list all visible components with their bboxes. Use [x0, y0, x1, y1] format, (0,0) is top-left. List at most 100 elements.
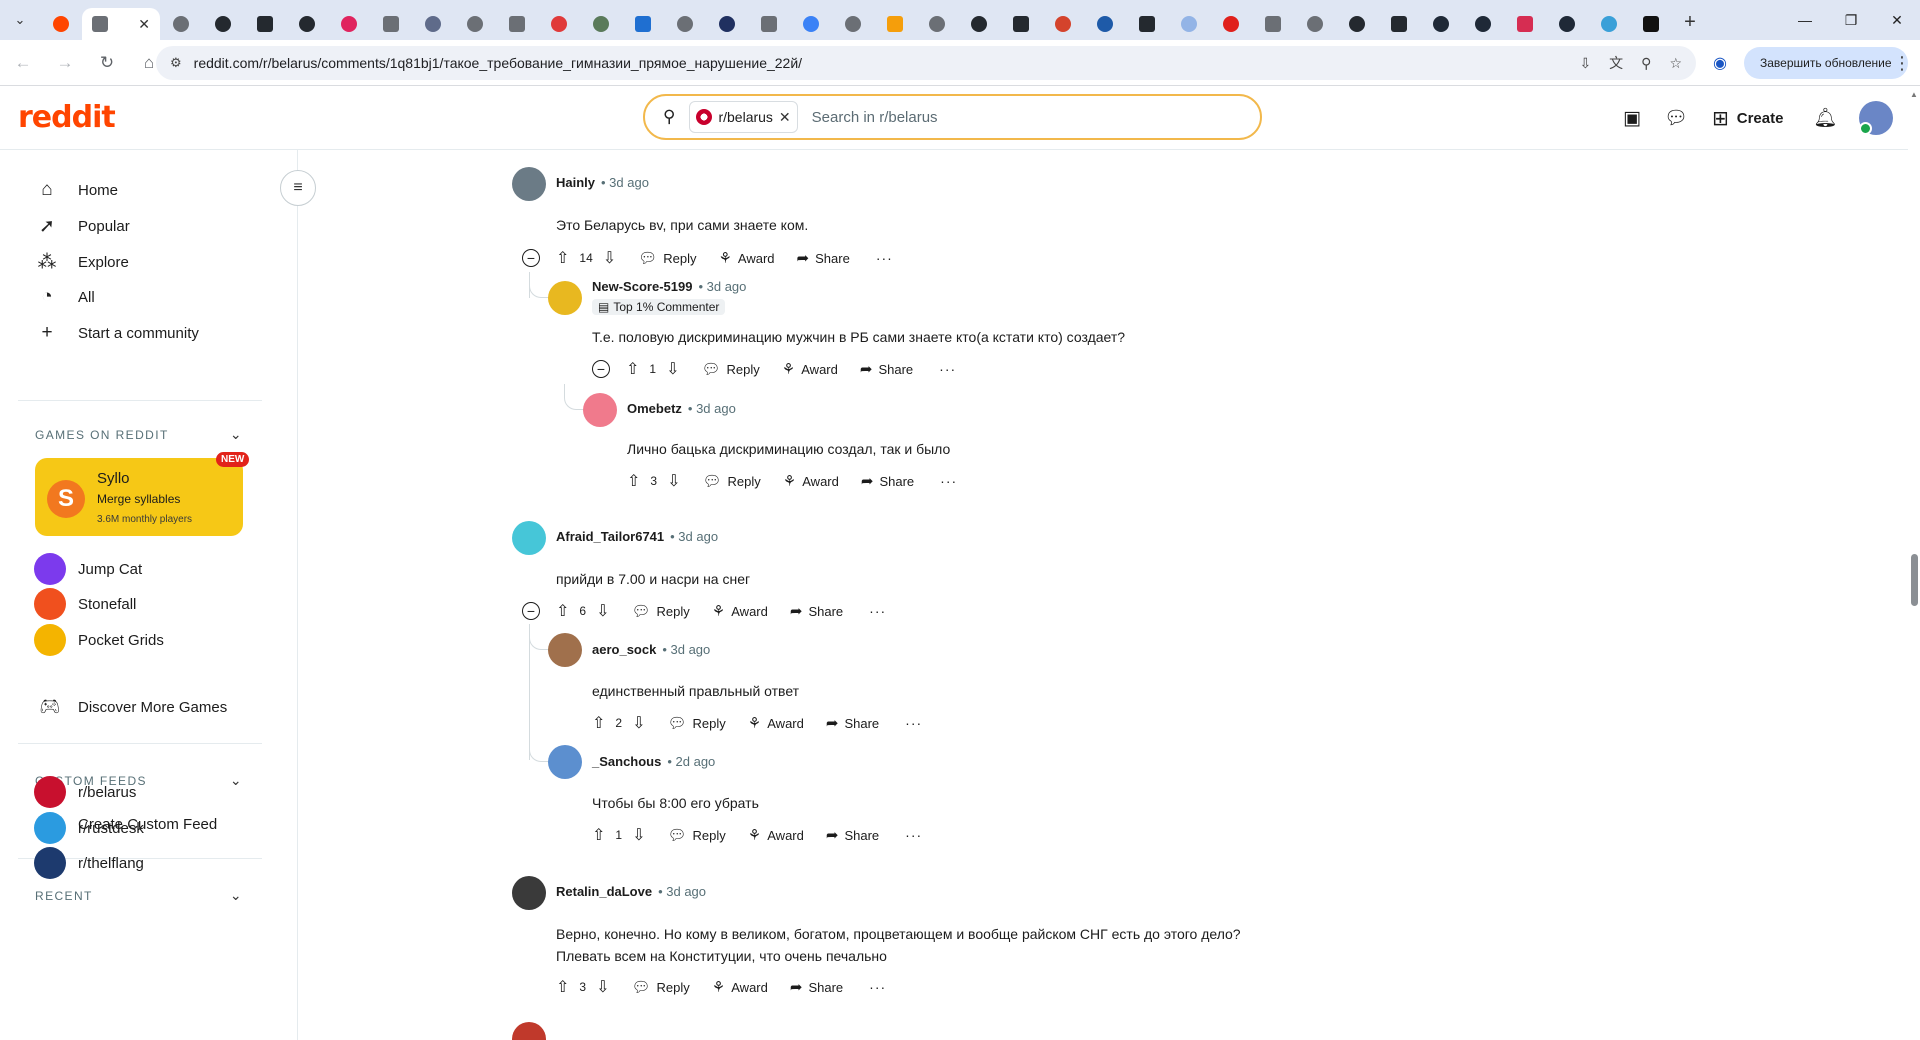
reply-button[interactable]: 💬︎ Reply — [702, 360, 760, 378]
search-bar[interactable]: ⚲ r/belarus ✕ Search in r/belarus — [643, 94, 1262, 140]
downvote-icon[interactable]: ⇩ — [632, 825, 645, 845]
comment-author[interactable]: aero_sock — [592, 642, 656, 657]
downvote-icon[interactable]: ⇩ — [596, 601, 609, 621]
close-window-button[interactable]: ✕ — [1874, 0, 1920, 40]
browser-tab[interactable] — [1504, 8, 1546, 40]
scrollbar-thumb[interactable] — [1911, 554, 1918, 606]
tab-close-icon[interactable]: ✕ — [138, 16, 150, 33]
downvote-icon[interactable]: ⇩ — [632, 713, 645, 733]
upvote-icon[interactable]: ⇧ — [592, 825, 605, 845]
reply-button[interactable]: 💬︎ Reply — [668, 714, 726, 732]
reload-button[interactable]: ↻ — [88, 44, 126, 82]
upvote-icon[interactable]: ⇧ — [627, 471, 640, 491]
restore-button[interactable]: ❐ — [1828, 0, 1874, 40]
upvote-icon[interactable]: ⇧ — [556, 248, 569, 268]
comment-avatar[interactable] — [548, 281, 582, 315]
browser-tab[interactable] — [1588, 8, 1630, 40]
collapse-thread-icon[interactable]: − — [522, 249, 540, 267]
browser-tab[interactable] — [244, 8, 286, 40]
browser-tab[interactable] — [40, 8, 82, 40]
comment-author[interactable]: Retalin_daLove — [556, 884, 652, 899]
browser-tab[interactable] — [1546, 8, 1588, 40]
award-button[interactable]: ⚘ Award — [712, 978, 768, 996]
browser-tab[interactable] — [790, 8, 832, 40]
comment-author[interactable]: Omebetz — [627, 401, 682, 416]
tab-search-chevron-icon[interactable]: ⌄ — [0, 0, 40, 40]
downvote-icon[interactable]: ⇩ — [666, 359, 679, 379]
more-options-icon[interactable]: ··· — [940, 473, 957, 489]
minimize-button[interactable]: — — [1782, 0, 1828, 40]
new-tab-button[interactable]: + — [1672, 6, 1708, 38]
reddit-logo[interactable]: reddit — [18, 100, 116, 135]
browser-tab[interactable]: ✕ — [82, 8, 160, 40]
browser-tab[interactable] — [1336, 8, 1378, 40]
comment-author[interactable]: Hainly — [556, 175, 595, 190]
zoom-icon[interactable]: ⚲ — [1641, 55, 1651, 72]
forward-button[interactable]: → — [46, 44, 84, 82]
share-button[interactable]: ➦ Share — [861, 472, 914, 490]
browser-tab[interactable] — [1168, 8, 1210, 40]
share-button[interactable]: ➦ Share — [797, 249, 850, 267]
browser-tab[interactable] — [1126, 8, 1168, 40]
reply-button[interactable]: 💬︎ Reply — [703, 472, 761, 490]
share-button[interactable]: ➦ Share — [790, 602, 843, 620]
award-button[interactable]: ⚘ Award — [718, 249, 774, 267]
downvote-icon[interactable]: ⇩ — [667, 471, 680, 491]
downvote-icon[interactable]: ⇩ — [596, 977, 609, 997]
update-button[interactable]: Завершить обновление — [1744, 47, 1908, 79]
comment-avatar[interactable] — [512, 521, 546, 555]
browser-tab[interactable] — [1042, 8, 1084, 40]
upvote-icon[interactable]: ⇧ — [556, 977, 569, 997]
collapse-thread-icon[interactable]: − — [592, 360, 610, 378]
more-options-icon[interactable]: ··· — [869, 979, 886, 995]
comment-avatar[interactable] — [512, 876, 546, 910]
browser-tab[interactable] — [412, 8, 454, 40]
browser-tab[interactable] — [1420, 8, 1462, 40]
advertise-icon[interactable]: ▣ — [1614, 100, 1650, 136]
award-button[interactable]: ⚘ Award — [748, 826, 804, 844]
browser-tab[interactable] — [538, 8, 580, 40]
collapse-thread-icon[interactable]: − — [522, 602, 540, 620]
translate-icon[interactable]: 文 — [1609, 53, 1623, 73]
subreddit-search-chip[interactable]: r/belarus ✕ — [689, 101, 798, 133]
browser-tab[interactable] — [1210, 8, 1252, 40]
url-text[interactable]: reddit.com/r/belarus/comments/1q81bj1/та… — [194, 55, 802, 71]
reply-button[interactable]: 💬︎ Reply — [632, 978, 690, 996]
comment-author[interactable]: _Sanchous — [592, 754, 661, 769]
more-options-icon[interactable]: ··· — [905, 715, 922, 731]
award-button[interactable]: ⚘ Award — [782, 360, 838, 378]
award-button[interactable]: ⚘ Award — [783, 472, 839, 490]
share-button[interactable]: ➦ Share — [826, 826, 879, 844]
comment-avatar[interactable] — [548, 745, 582, 779]
comment-avatar[interactable] — [512, 1022, 546, 1040]
browser-tab[interactable] — [1630, 8, 1672, 40]
more-options-icon[interactable]: ··· — [939, 361, 956, 377]
scroll-up-arrow-icon[interactable]: ▲ — [1910, 90, 1918, 99]
upvote-icon[interactable]: ⇧ — [592, 713, 605, 733]
comment-avatar[interactable] — [548, 633, 582, 667]
bookmark-star-icon[interactable]: ☆ — [1669, 55, 1682, 72]
share-button[interactable]: ➦ Share — [826, 714, 879, 732]
browser-tab[interactable] — [454, 8, 496, 40]
browser-menu-icon[interactable]: ⋮ — [1888, 49, 1916, 77]
browser-tab[interactable] — [160, 8, 202, 40]
browser-tab[interactable] — [664, 8, 706, 40]
comment-avatar[interactable] — [512, 167, 546, 201]
browser-tab[interactable] — [1378, 8, 1420, 40]
create-button[interactable]: ⊞ Create — [1702, 100, 1793, 136]
browser-tab[interactable] — [580, 8, 622, 40]
award-button[interactable]: ⚘ Award — [712, 602, 768, 620]
reply-button[interactable]: 💬︎ Reply — [638, 249, 696, 267]
browser-tab[interactable] — [1462, 8, 1504, 40]
upvote-icon[interactable]: ⇧ — [626, 359, 639, 379]
browser-tab[interactable] — [1000, 8, 1042, 40]
browser-tab[interactable] — [1252, 8, 1294, 40]
browser-tab[interactable] — [748, 8, 790, 40]
chat-icon[interactable]: 💬︎ — [1658, 100, 1694, 136]
browser-tab[interactable] — [706, 8, 748, 40]
browser-tab[interactable] — [1294, 8, 1336, 40]
browser-tab[interactable] — [1084, 8, 1126, 40]
comment-author[interactable]: Afraid_Tailor6741 — [556, 529, 664, 544]
notifications-bell-icon[interactable]: 🔔︎ — [1807, 100, 1843, 136]
profile-icon[interactable]: ◉ — [1706, 49, 1734, 77]
